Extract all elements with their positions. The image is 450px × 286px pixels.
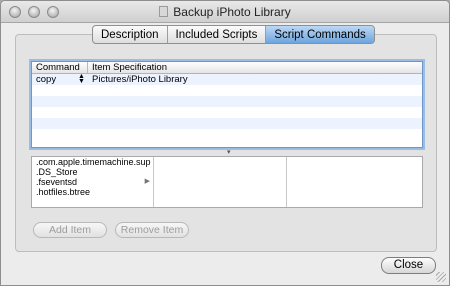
- command-value: copy: [36, 74, 57, 85]
- empty-row: [32, 85, 422, 96]
- table-body: copy ▲ ▼ Pictures/iPhoto Library: [32, 73, 422, 140]
- command-cell[interactable]: copy ▲ ▼: [32, 73, 88, 85]
- popup-stepper-icon[interactable]: ▲ ▼: [78, 73, 85, 85]
- tab-included-scripts[interactable]: Included Scripts: [168, 26, 267, 43]
- item-specification-cell[interactable]: Pictures/iPhoto Library: [88, 74, 188, 85]
- window-title-area: Backup iPhoto Library: [1, 5, 449, 19]
- commands-table[interactable]: Command Item Specification copy ▲ ▼ Pictu…: [31, 61, 423, 148]
- tab-description[interactable]: Description: [93, 26, 168, 43]
- empty-row: [32, 129, 422, 140]
- browser-item[interactable]: .fseventsd ▶: [32, 177, 153, 187]
- browser-item[interactable]: .com.apple.timemachine.sup: [32, 157, 153, 167]
- close-button[interactable]: Close: [381, 257, 436, 274]
- add-item-button[interactable]: Add Item: [33, 222, 107, 238]
- column-header-item-specification[interactable]: Item Specification: [88, 62, 167, 73]
- browser-column-3[interactable]: [288, 157, 422, 207]
- tab-bar: Description Included Scripts Script Comm…: [92, 25, 375, 44]
- title-bar: Backup iPhoto Library: [1, 1, 449, 23]
- browser-column-1[interactable]: .com.apple.timemachine.sup .DS_Store .fs…: [32, 157, 154, 207]
- empty-row: [32, 107, 422, 118]
- browser-item[interactable]: .hotfiles.btree: [32, 187, 153, 197]
- disclosure-arrow-icon: ▶: [144, 178, 150, 185]
- split-view-handle-icon[interactable]: ▾: [227, 149, 232, 156]
- empty-row: [32, 96, 422, 107]
- empty-row: [32, 118, 422, 129]
- table-row[interactable]: copy ▲ ▼ Pictures/iPhoto Library: [32, 73, 422, 85]
- tab-script-commands[interactable]: Script Commands: [266, 26, 374, 43]
- table-header: Command Item Specification: [32, 62, 422, 74]
- window: Backup iPhoto Library Description Includ…: [0, 0, 450, 286]
- window-title: Backup iPhoto Library: [173, 5, 291, 19]
- file-browser[interactable]: .com.apple.timemachine.sup .DS_Store .fs…: [31, 156, 423, 208]
- resize-grip-icon[interactable]: [436, 272, 446, 282]
- remove-item-button[interactable]: Remove Item: [115, 222, 189, 238]
- browser-item[interactable]: .DS_Store: [32, 167, 153, 177]
- column-header-command[interactable]: Command: [32, 62, 88, 73]
- browser-item-label: .fseventsd: [36, 177, 78, 187]
- document-icon: [159, 6, 169, 17]
- browser-column-2[interactable]: [155, 157, 287, 207]
